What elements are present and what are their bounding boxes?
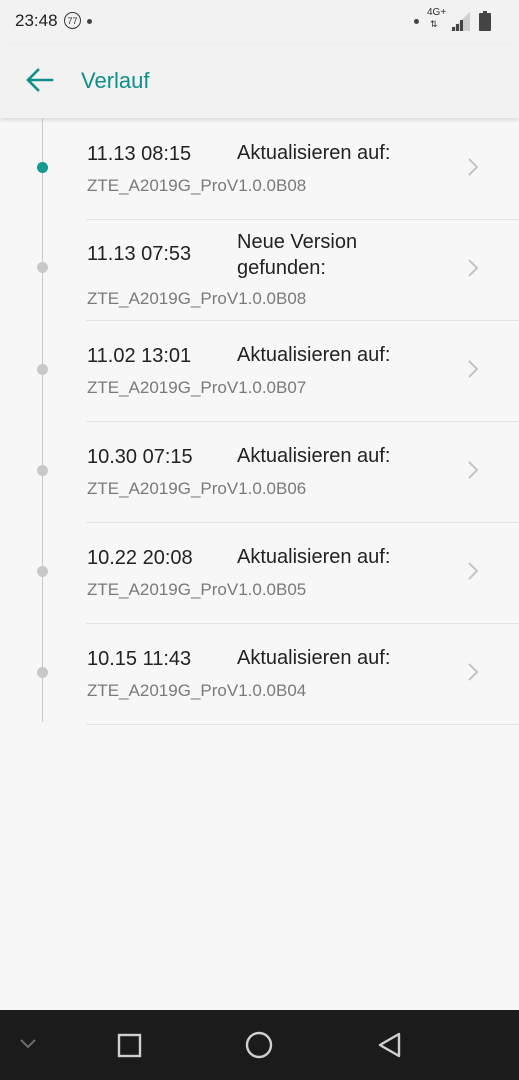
back-triangle-icon[interactable] bbox=[377, 1031, 403, 1059]
history-status: Neue Version gefunden: bbox=[237, 231, 358, 279]
history-time: 11.13 08:15 bbox=[87, 143, 192, 165]
history-item[interactable]: 10.22 20:08 Aktualisieren auf: ZTE_A2019G_… bbox=[0, 522, 519, 623]
history-time: 10.30 07:15 bbox=[87, 446, 193, 468]
chevron-down-icon[interactable] bbox=[19, 1038, 37, 1050]
history-version: ZTE_A2019G_ProV1.0.0B04 bbox=[87, 681, 307, 700]
timeline-dot-icon bbox=[37, 465, 48, 476]
chevron-right-icon bbox=[468, 360, 479, 378]
data-activity-icon: ⇅ bbox=[430, 19, 438, 29]
history-time: 10.22 20:08 bbox=[87, 547, 193, 569]
battery-icon bbox=[479, 11, 491, 31]
navigation-bar bbox=[0, 1010, 519, 1080]
history-status: Aktualisieren auf: bbox=[237, 647, 391, 669]
status-time: 23:48 bbox=[15, 11, 58, 30]
timeline-dot-icon bbox=[37, 262, 48, 273]
history-status: Aktualisieren auf: bbox=[237, 344, 391, 366]
page-title: Verlauf bbox=[81, 68, 150, 93]
history-version: ZTE_A2019G_ProV1.0.0B08 bbox=[87, 176, 307, 195]
notification-badge-icon: 77 bbox=[64, 12, 81, 29]
history-status: Aktualisieren auf: bbox=[237, 546, 391, 568]
history-status: Aktualisieren auf: bbox=[237, 142, 391, 164]
history-version: ZTE_A2019G_ProV1.0.0B06 bbox=[87, 479, 307, 498]
history-time: 10.15 11:43 bbox=[87, 648, 192, 670]
timeline-dot-icon bbox=[37, 566, 48, 577]
history-time: 11.13 07:53 bbox=[87, 243, 192, 265]
history-time: 11.02 13:01 bbox=[87, 345, 192, 367]
arrow-left-icon bbox=[26, 68, 54, 92]
history-version: ZTE_A2019G_ProV1.0.0B08 bbox=[87, 289, 307, 308]
history-item[interactable]: 11.13 07:53 Neue Version gefunden: ZTE_A20… bbox=[0, 219, 519, 320]
timeline-dot-icon bbox=[37, 364, 48, 375]
list-divider bbox=[86, 724, 519, 725]
timeline-dot-icon bbox=[37, 162, 48, 173]
history-status: Aktualisieren auf: bbox=[237, 445, 391, 467]
history-version: ZTE_A2019G_ProV1.0.0B05 bbox=[87, 580, 307, 599]
network-type: 4G+ bbox=[427, 7, 447, 18]
history-item[interactable]: 10.30 07:15 Aktualisieren auf: ZTE_A2019G_… bbox=[0, 421, 519, 522]
chevron-right-icon bbox=[468, 158, 479, 176]
home-circle-icon[interactable] bbox=[244, 1030, 274, 1060]
back-button[interactable] bbox=[22, 62, 58, 98]
history-list: 11.13 08:15 Aktualisieren auf: ZTE_A2019G_… bbox=[0, 118, 519, 1010]
history-version: ZTE_A2019G_ProV1.0.0B07 bbox=[87, 378, 307, 397]
chevron-right-icon bbox=[468, 259, 479, 277]
recents-square-icon[interactable] bbox=[117, 1033, 142, 1058]
chevron-right-icon bbox=[468, 663, 479, 681]
history-item[interactable]: 11.02 13:01 Aktualisieren auf: ZTE_A2019G_… bbox=[0, 320, 519, 421]
history-item[interactable]: 10.15 11:43 Aktualisieren auf: ZTE_A2019G_… bbox=[0, 623, 519, 724]
status-bar: 23:48 77 4G+ ⇅ bbox=[0, 0, 519, 44]
app-bar: Verlauf bbox=[0, 44, 519, 118]
signal-icon bbox=[450, 12, 470, 31]
chevron-right-icon bbox=[468, 461, 479, 479]
history-item[interactable]: 11.13 08:15 Aktualisieren auf: ZTE_A2019G_… bbox=[0, 118, 519, 219]
notification-dot-icon bbox=[414, 19, 419, 24]
timeline-dot-icon bbox=[37, 667, 48, 678]
chevron-right-icon bbox=[468, 562, 479, 580]
notification-dot-icon bbox=[87, 19, 92, 24]
